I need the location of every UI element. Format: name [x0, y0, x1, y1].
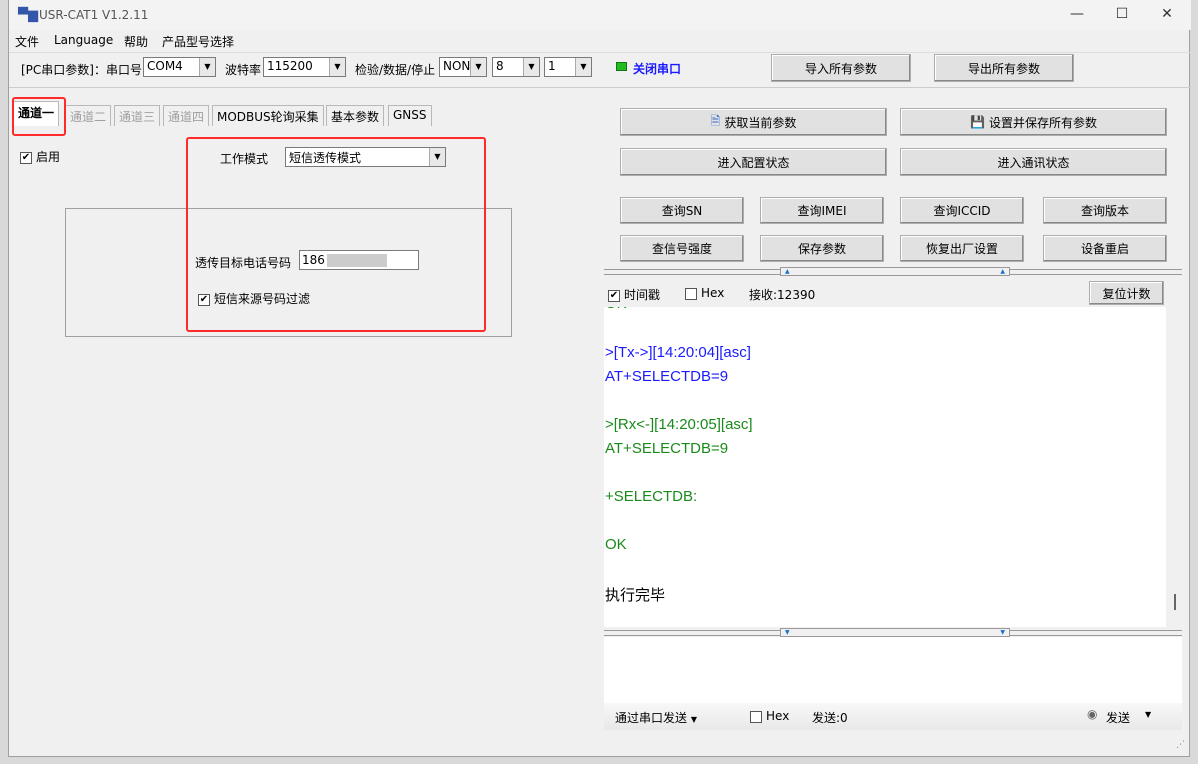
query-version-button[interactable]: 查询版本 [1043, 197, 1167, 224]
enter-comm-button[interactable]: 进入通讯状态 [900, 148, 1167, 176]
tab-channel-4[interactable]: 通道四 [163, 105, 210, 126]
get-params-button[interactable]: 🗎 获取当前参数 [620, 108, 887, 136]
stop-bits-select[interactable]: 1 ▼ [544, 57, 592, 77]
send-input[interactable] [604, 637, 1182, 703]
chevron-down-icon: ▼ [470, 58, 486, 76]
menu-language[interactable]: Language [54, 33, 113, 47]
factory-reset-button[interactable]: 恢复出厂设置 [900, 235, 1024, 262]
signal-strength-button[interactable]: 查信号强度 [620, 235, 744, 262]
query-imei-button[interactable]: 查询IMEI [760, 197, 884, 224]
enable-checkbox[interactable]: ✔ 启用 [20, 148, 60, 165]
send-via-dropdown[interactable]: 通过串口发送 ▼ [615, 709, 697, 726]
floppy-save-icon: 💾 [970, 115, 985, 129]
log-line: +SELECTDB: [605, 488, 698, 505]
chevron-down-icon: ▼ [329, 58, 345, 76]
splitter-top[interactable]: ▲ ▲ [604, 267, 1182, 276]
log-line: OK [605, 307, 627, 312]
tab-basic-params[interactable]: 基本参数 [326, 105, 385, 126]
send-options-chevron-icon[interactable]: ▼ [1145, 710, 1151, 719]
log-scrollbar-thumb[interactable] [1174, 594, 1176, 610]
chevron-down-icon: ▼ [199, 58, 215, 76]
parity-select[interactable]: NONE ▼ [439, 57, 487, 77]
parity-label: 检验/数据/停止 [355, 63, 436, 77]
tab-gnss[interactable]: GNSS [388, 105, 432, 126]
timestamp-checkbox[interactable]: ✔ 时间戳 [608, 286, 660, 303]
checkmark-icon: ✔ [608, 289, 620, 302]
log-line: AT+SELECTDB=9 [605, 368, 729, 385]
log-line: >[Tx->][14:20:04][asc] [605, 344, 751, 361]
reset-count-button[interactable]: 复位计数 [1089, 281, 1164, 305]
save-params-button[interactable]: 保存参数 [760, 235, 884, 262]
port-status-icon [616, 62, 627, 71]
log-line: AT+SELECTDB=9 [605, 440, 729, 457]
tab-channel-3[interactable]: 通道三 [114, 105, 161, 126]
log-line: 执行完毕 [605, 587, 666, 604]
close-button[interactable]: ✕ [1157, 6, 1177, 24]
document-search-icon: 🗎 [710, 113, 721, 128]
baud-label: 波特率 [225, 63, 262, 77]
log-line: OK [605, 536, 627, 553]
splitter-bottom[interactable]: ▼ ▼ [604, 628, 1182, 637]
menu-help[interactable]: 帮助 [124, 33, 148, 50]
app-logo-icon: ▀▆ [18, 8, 38, 23]
query-sn-button[interactable]: 查询SN [620, 197, 744, 224]
data-bits-select[interactable]: 8 ▼ [492, 57, 540, 77]
query-iccid-button[interactable]: 查询ICCID [900, 197, 1024, 224]
recv-hex-checkbox[interactable]: Hex [685, 286, 724, 300]
menu-product-model[interactable]: 产品型号选择 [162, 33, 234, 50]
receive-log[interactable]: OK >[Tx->][14:20:04][asc] AT+SELECTDB=9 … [604, 307, 1166, 627]
baud-select[interactable]: 115200 ▼ [263, 57, 346, 77]
close-port-button[interactable]: 关闭串口 [633, 60, 681, 77]
maximize-button[interactable]: ☐ [1112, 6, 1132, 24]
minimize-button[interactable]: — [1067, 6, 1087, 24]
restart-button[interactable]: 设备重启 [1043, 235, 1167, 262]
log-line: >[Rx<-][14:20:05][asc] [605, 416, 753, 433]
chevron-down-icon: ▼ [690, 715, 697, 724]
enter-config-button[interactable]: 进入配置状态 [620, 148, 887, 176]
send-count: 发送:0 [812, 711, 848, 725]
recv-count: 接收:12390 [749, 288, 816, 302]
pc-serial-label: [PC串口参数]：串口号 [21, 63, 142, 77]
tab-channel-2[interactable]: 通道二 [65, 105, 112, 126]
resize-grip-icon[interactable]: ⋰ [1176, 740, 1185, 750]
highlight-box [12, 97, 66, 136]
chevron-down-icon: ▼ [523, 58, 539, 76]
speaker-icon: ◉ [1087, 707, 1098, 721]
title-bar: ▀▆ USR-CAT1 V1.2.11 — ☐ ✕ [9, 0, 1191, 30]
send-button[interactable]: 发送 [1106, 709, 1130, 726]
save-all-button[interactable]: 💾 设置并保存所有参数 [900, 108, 1167, 136]
menu-file[interactable]: 文件 [15, 33, 39, 50]
send-hex-checkbox[interactable]: Hex [750, 709, 789, 723]
port-select[interactable]: COM4 ▼ [143, 57, 216, 77]
import-params-button[interactable]: 导入所有参数 [771, 54, 911, 82]
highlight-box [186, 137, 486, 332]
export-params-button[interactable]: 导出所有参数 [934, 54, 1074, 82]
chevron-down-icon: ▼ [575, 58, 591, 76]
window-title: USR-CAT1 V1.2.11 [39, 8, 149, 22]
tab-modbus[interactable]: MODBUS轮询采集 [212, 105, 324, 126]
checkmark-icon: ✔ [20, 151, 32, 164]
